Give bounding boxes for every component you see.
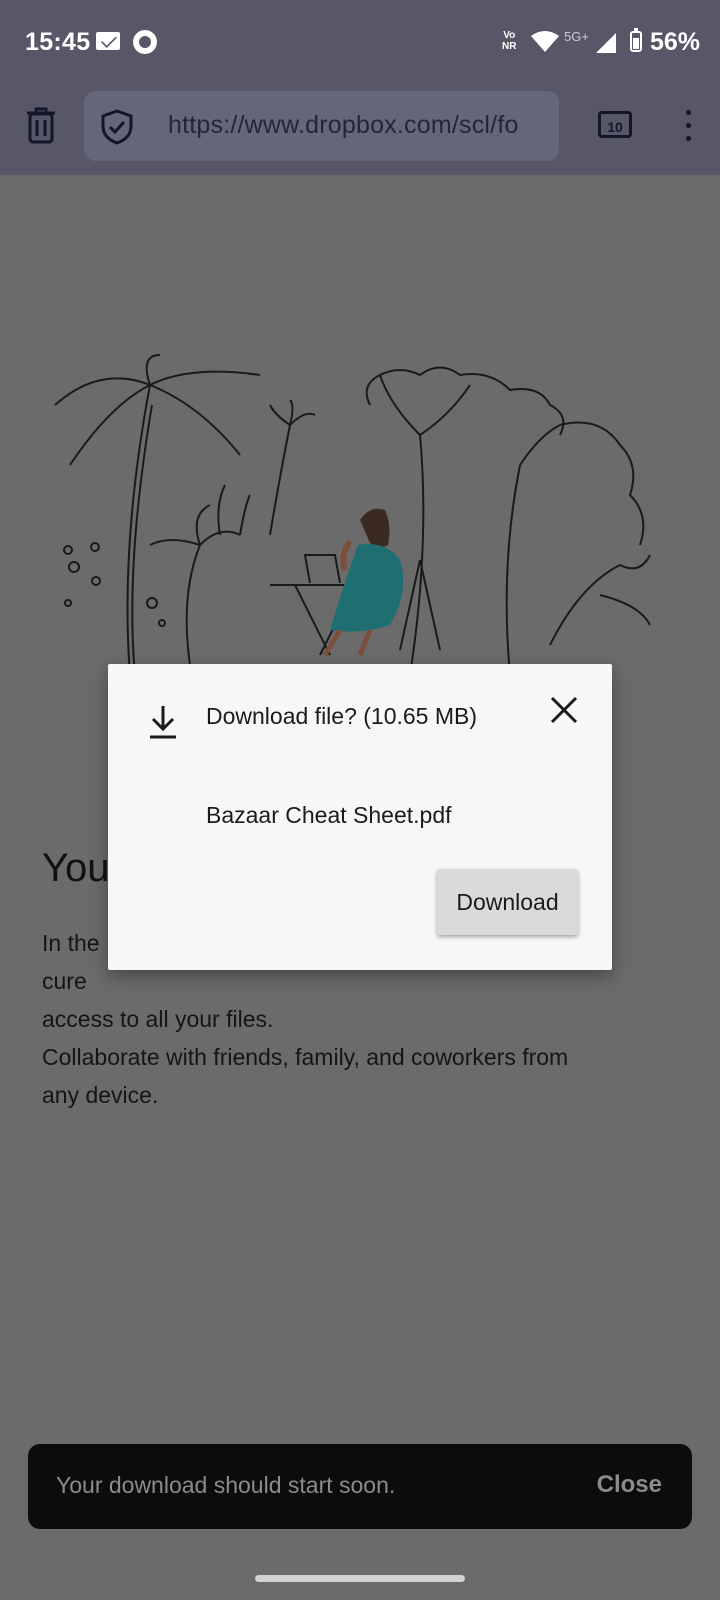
home-indicator[interactable] xyxy=(255,1575,465,1582)
snackbar: Your download should start soon. Close xyxy=(28,1444,692,1529)
snackbar-message: Your download should start soon. xyxy=(56,1472,396,1498)
battery-icon xyxy=(630,28,642,52)
close-icon[interactable] xyxy=(544,690,584,730)
tab-count: 10 xyxy=(607,119,623,135)
download-icon xyxy=(150,706,176,739)
shield-icon[interactable] xyxy=(100,109,134,145)
vonr-label-top: Vo xyxy=(503,30,516,41)
browser-toolbar: https://www.dropbox.com/scl/fo 10 xyxy=(0,88,720,175)
wifi-icon xyxy=(531,31,559,52)
sync-icon xyxy=(133,30,157,54)
menu-dots-icon[interactable] xyxy=(686,110,692,149)
paragraph-line3: Collaborate with friends, family, and co… xyxy=(42,1044,569,1070)
download-button[interactable]: Download xyxy=(437,869,578,935)
status-time: 15:45 xyxy=(25,28,91,56)
file-name: Bazaar Cheat Sheet.pdf xyxy=(206,802,452,828)
paragraph-line1-end: cure xyxy=(42,968,87,994)
vonr-label-bottom: NR xyxy=(502,41,517,52)
hero-illustration xyxy=(54,354,651,676)
mail-icon xyxy=(96,32,120,50)
network-type: 5G+ xyxy=(564,29,589,44)
address-bar[interactable]: https://www.dropbox.com/scl/fo xyxy=(84,91,559,161)
signal-icon xyxy=(596,33,616,53)
battery-percent: 56% xyxy=(650,28,701,56)
snackbar-close-button[interactable]: Close xyxy=(597,1471,662,1499)
paragraph-line2: access to all your files. xyxy=(42,1006,274,1032)
download-dialog: Download file? (10.65 MB) Bazaar Cheat S… xyxy=(108,664,612,970)
trash-icon[interactable] xyxy=(24,105,58,145)
status-bar: 15:45 Vo NR 5G+ 56% xyxy=(0,0,720,88)
url-text[interactable]: https://www.dropbox.com/scl/fo xyxy=(168,111,519,140)
paragraph-line4: any device. xyxy=(42,1082,159,1108)
paragraph-line1: In the xyxy=(42,930,100,956)
tabs-icon[interactable]: 10 xyxy=(598,111,632,138)
vonr-icon: Vo NR xyxy=(502,30,516,52)
page-heading: You xyxy=(42,846,110,890)
dialog-title: Download file? (10.65 MB) xyxy=(206,703,478,729)
